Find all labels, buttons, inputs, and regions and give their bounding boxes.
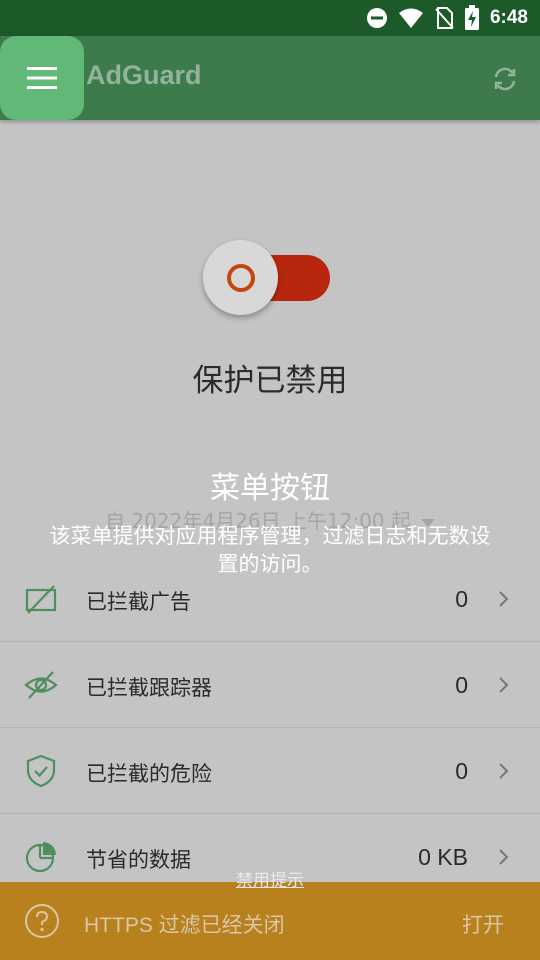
stat-value: 0 bbox=[455, 758, 468, 784]
tracker-blocked-icon bbox=[24, 671, 58, 699]
chevron-right-icon bbox=[499, 763, 509, 779]
hint-title: 菜单按钮 bbox=[210, 471, 330, 506]
stat-label: 已拦截跟踪器 bbox=[86, 676, 212, 700]
stat-row-threats[interactable]: 已拦截的危险 0 bbox=[0, 728, 540, 814]
protection-status: 保护已禁用 bbox=[192, 363, 348, 399]
hamburger-menu-icon bbox=[27, 67, 57, 89]
https-status-text: HTTPS 过滤已经关闭 bbox=[84, 914, 285, 937]
enable-https-button[interactable]: 打开 bbox=[462, 909, 504, 939]
ad-blocked-icon bbox=[25, 585, 57, 614]
no-sim-icon bbox=[435, 7, 454, 29]
https-filtering-banner: HTTPS 过滤已经关闭 打开 bbox=[0, 882, 540, 960]
app-bar: AdGuard bbox=[0, 36, 540, 120]
status-time: 6:48 bbox=[489, 7, 528, 28]
hint-description: 该菜单提供对应用程序管理，过滤日志和无数设置的访问。 bbox=[49, 524, 491, 576]
help-circle-icon bbox=[25, 904, 59, 938]
chevron-right-icon bbox=[499, 849, 509, 865]
protection-toggle[interactable] bbox=[203, 240, 278, 315]
status-icons: 6:48 bbox=[366, 0, 528, 36]
stat-row-trackers[interactable]: 已拦截跟踪器 0 bbox=[0, 642, 540, 728]
app-title: AdGuard bbox=[86, 60, 202, 90]
power-ring-icon bbox=[226, 263, 255, 292]
stat-value: 0 bbox=[455, 672, 468, 698]
stat-label: 已拦截广告 bbox=[86, 590, 191, 614]
menu-button[interactable] bbox=[0, 36, 84, 120]
refresh-icon[interactable] bbox=[490, 64, 520, 94]
chevron-right-icon bbox=[499, 677, 509, 693]
disable-hints-link[interactable]: 禁用提示 bbox=[0, 866, 540, 891]
status-bar: 6:48 bbox=[0, 0, 540, 36]
stat-value: 0 bbox=[455, 586, 468, 612]
chevron-right-icon bbox=[499, 591, 509, 607]
shield-check-icon bbox=[26, 754, 56, 788]
wifi-icon bbox=[398, 8, 423, 28]
stat-label: 已拦截的危险 bbox=[86, 762, 212, 786]
do-not-disturb-icon bbox=[366, 8, 387, 28]
battery-charging-icon bbox=[464, 5, 479, 30]
